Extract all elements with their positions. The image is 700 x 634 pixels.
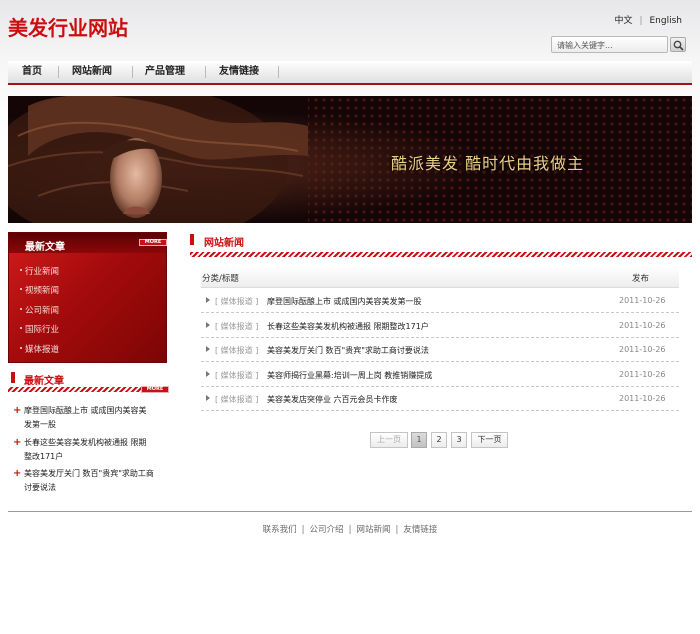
- nav-divider: [278, 66, 279, 78]
- pagination-prev-button[interactable]: 上一页: [370, 432, 408, 448]
- search-input[interactable]: 请输入关键字...: [551, 36, 668, 53]
- table-row: [ 媒体报道 ] 美容美发厅关门 数百"贵宾"求助工商讨要说法 2011-10-…: [201, 337, 679, 362]
- recent-article-link[interactable]: 长春这些美容美发机构被通报 限期 整改171户: [24, 436, 162, 464]
- banner-image: [8, 96, 692, 223]
- table-row: [ 媒体报道 ] 长春这些美容美发机构被通报 限期整改171户 2011-10-…: [201, 313, 679, 338]
- row-date: 2011-10-26: [619, 296, 666, 305]
- row-title-link[interactable]: 摩登国际酝酿上市 或成国内美容美发第一股: [267, 296, 422, 307]
- row-category[interactable]: [ 媒体报道 ]: [215, 296, 258, 307]
- footer-separator: |: [395, 525, 399, 535]
- lang-zh-link[interactable]: 中文: [614, 16, 632, 26]
- recent-article-line: 整改171户: [24, 452, 64, 461]
- hero-banner: 酷派美发 酷时代由我做主: [8, 96, 692, 223]
- column-header-title: 分类/标题: [202, 274, 239, 284]
- nav-divider: [58, 66, 59, 78]
- recent-bullet-icon: +: [13, 437, 22, 448]
- recent-article-line: 美容美发厅关门 数百"贵宾"求助工商: [24, 469, 154, 478]
- row-arrow-icon: [206, 346, 210, 352]
- site-logo[interactable]: 美发行业网站: [8, 12, 128, 41]
- row-title-link[interactable]: 美容美发厅关门 数百"贵宾"求助工商讨要说法: [267, 345, 429, 356]
- lang-separator: |: [639, 16, 643, 26]
- recent-bullet-icon: +: [13, 405, 22, 416]
- footer-link-about[interactable]: 公司介绍: [310, 525, 344, 535]
- recent-article-line: 讨要说法: [24, 483, 56, 492]
- sidebar-item-company-news[interactable]: 公司新闻: [19, 304, 59, 316]
- sidebar-more-button[interactable]: MORE: [139, 239, 167, 246]
- nav-item-home[interactable]: 首页: [22, 61, 42, 83]
- recent-article-line: 发第一股: [24, 420, 56, 429]
- footer-separator: |: [348, 525, 352, 535]
- recent-article-link[interactable]: 美容美发厅关门 数百"贵宾"求助工商 讨要说法: [24, 467, 162, 495]
- pagination-next-button[interactable]: 下一页: [471, 432, 508, 448]
- row-category[interactable]: [ 媒体报道 ]: [215, 394, 258, 405]
- pagination-page-2[interactable]: 2: [431, 432, 447, 448]
- footer-link-friends[interactable]: 友情链接: [403, 525, 437, 535]
- sidebar-item-industry-news[interactable]: 行业新闻: [19, 265, 59, 277]
- row-category[interactable]: [ 媒体报道 ]: [215, 370, 258, 381]
- recent-article-line: 长春这些美容美发机构被通报 限期: [24, 438, 147, 447]
- row-category[interactable]: [ 媒体报道 ]: [215, 345, 258, 356]
- row-title-link[interactable]: 美容美发店突停业 六百元会员卡作废: [267, 394, 398, 405]
- sidebar-item-international[interactable]: 国际行业: [19, 323, 59, 335]
- footer-separator: |: [301, 525, 305, 535]
- language-switcher: 中文 | English: [614, 13, 682, 26]
- row-title-link[interactable]: 长春这些美容美发机构被通报 限期整改171户: [267, 321, 429, 332]
- table-row: [ 媒体报道 ] 美容美发店突停业 六百元会员卡作废 2011-10-26: [201, 386, 679, 411]
- row-category[interactable]: [ 媒体报道 ]: [215, 321, 258, 332]
- news-table-header: 分类/标题 发布: [201, 266, 679, 288]
- search-icon: [673, 40, 684, 51]
- row-arrow-icon: [206, 371, 210, 377]
- search-button[interactable]: [670, 37, 686, 52]
- footer-link-contact[interactable]: 联系我们: [263, 525, 297, 535]
- pagination-page-3[interactable]: 3: [451, 432, 467, 448]
- column-header-date: 发布: [632, 274, 650, 284]
- nav-item-news[interactable]: 网站新闻: [72, 61, 112, 83]
- recent-bullet-icon: +: [13, 468, 22, 479]
- row-date: 2011-10-26: [619, 345, 666, 354]
- sidebar-item-media[interactable]: 媒体报道: [19, 343, 59, 355]
- recent-article-line: 摩登国际酝酿上市 或成国内美容美: [24, 406, 147, 415]
- row-arrow-icon: [206, 395, 210, 401]
- lang-en-link[interactable]: English: [650, 16, 683, 26]
- pagination-page-1[interactable]: 1: [411, 432, 427, 448]
- recent-article-link[interactable]: 摩登国际酝酿上市 或成国内美容美 发第一股: [24, 404, 162, 432]
- recent-title-marker: [11, 372, 15, 383]
- row-title-link[interactable]: 美容师揭行业黑幕:培训一周上岗 教推销赚提成: [267, 370, 432, 381]
- row-date: 2011-10-26: [619, 370, 666, 379]
- row-date: 2011-10-26: [619, 321, 666, 330]
- footer-link-news[interactable]: 网站新闻: [356, 525, 390, 535]
- table-row: [ 媒体报道 ] 美容师揭行业黑幕:培训一周上岗 教推销赚提成 2011-10-…: [201, 362, 679, 387]
- row-arrow-icon: [206, 322, 210, 328]
- nav-item-links[interactable]: 友情链接: [219, 61, 259, 83]
- nav-divider: [132, 66, 133, 78]
- news-title-stripe: [190, 252, 692, 257]
- sidebar-box-title: 最新文章: [25, 242, 65, 253]
- main-nav: 首页 网站新闻 产品管理 友情链接: [8, 61, 692, 85]
- recent-articles-title: 最新文章: [24, 376, 64, 387]
- sidebar-item-video-news[interactable]: 视频新闻: [19, 284, 59, 296]
- nav-item-products[interactable]: 产品管理: [145, 61, 185, 83]
- footer-links: 联系我们 | 公司介绍 | 网站新闻 | 友情链接: [0, 523, 700, 535]
- news-section-title: 网站新闻: [204, 238, 244, 249]
- search-box: 请输入关键字...: [551, 36, 686, 53]
- recent-more-button[interactable]: MORE: [141, 386, 169, 393]
- table-row: [ 媒体报道 ] 摩登国际酝酿上市 或成国内美容美发第一股 2011-10-26: [201, 288, 679, 313]
- news-title-marker: [190, 234, 194, 245]
- nav-divider: [205, 66, 206, 78]
- sidebar-category-box: 最新文章 MORE 行业新闻 视频新闻 公司新闻 国际行业 媒体报道: [8, 232, 167, 363]
- banner-slogan: 酷派美发 酷时代由我做主: [391, 154, 585, 173]
- footer-divider: [8, 511, 692, 512]
- row-arrow-icon: [206, 297, 210, 303]
- row-date: 2011-10-26: [619, 394, 666, 403]
